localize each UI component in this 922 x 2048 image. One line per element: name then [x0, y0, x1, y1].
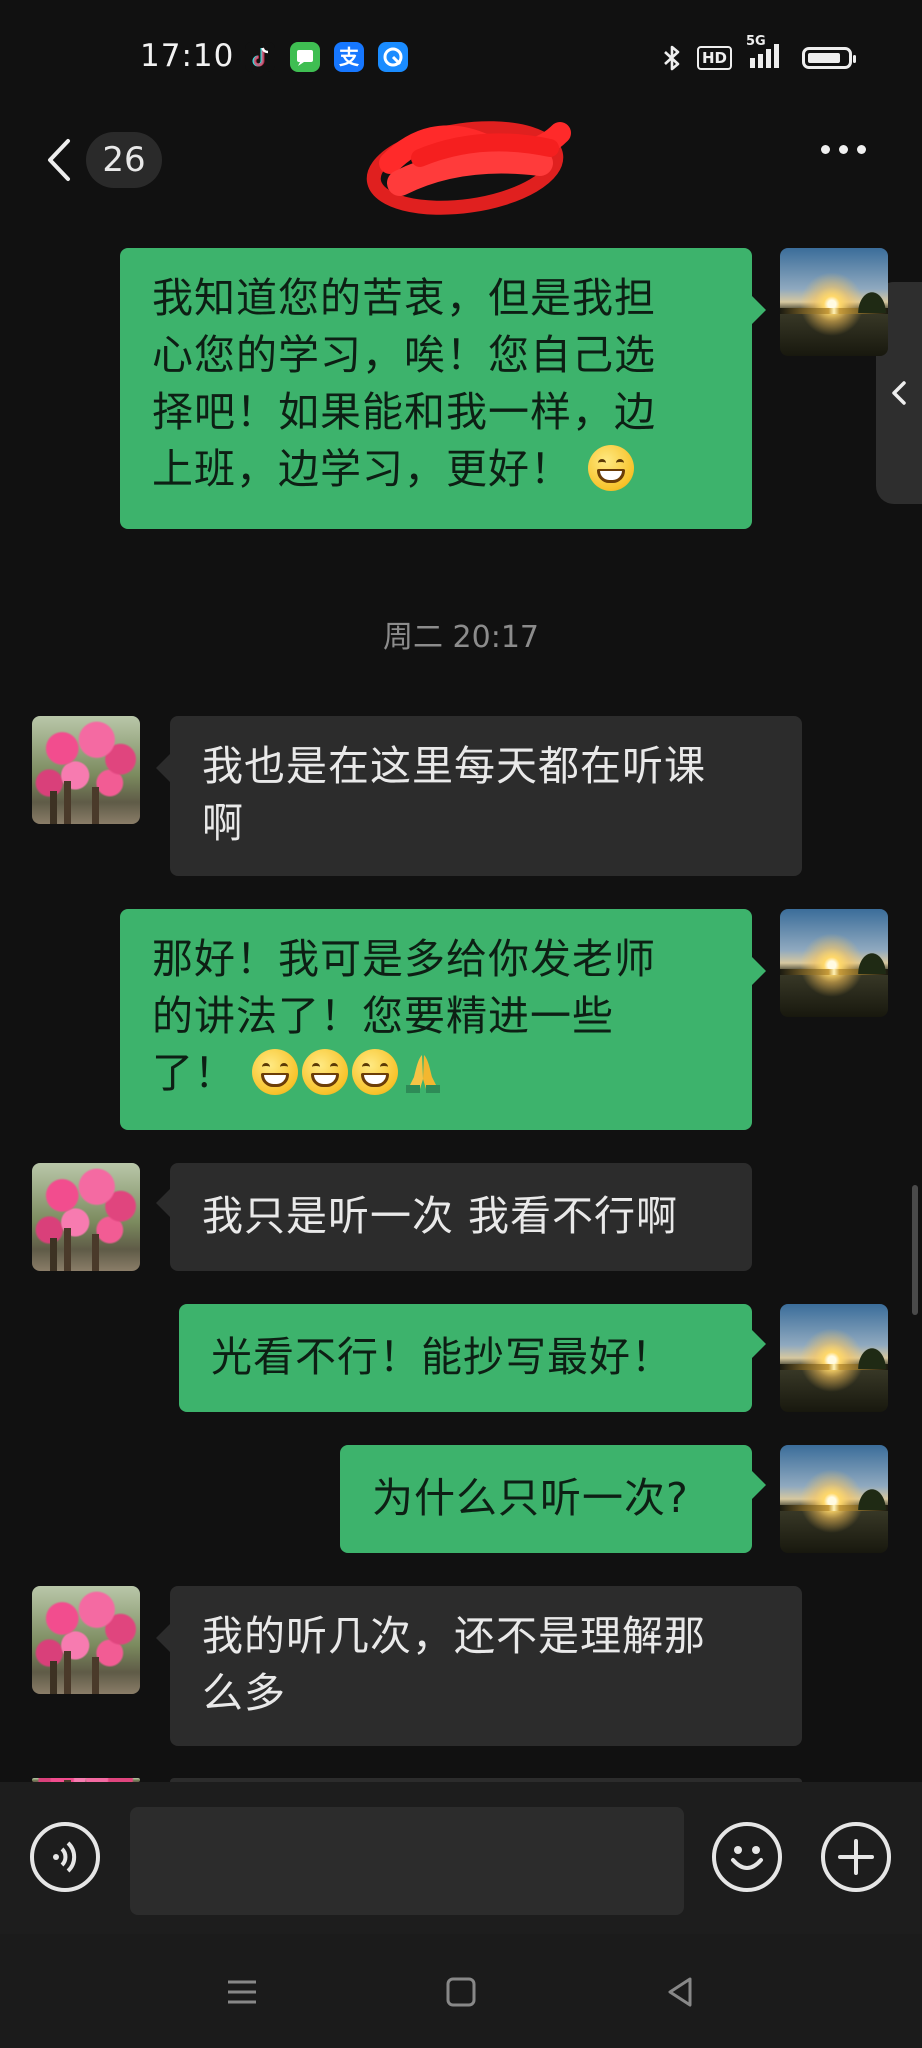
unread-count-badge[interactable]: 26	[86, 132, 162, 188]
network-type: 5G	[746, 34, 766, 49]
back-button[interactable]	[40, 135, 80, 185]
message-bubble-other[interactable]: 我的听几次，还不是理解那 么多	[156, 1586, 802, 1746]
more-options-button[interactable]	[821, 145, 866, 154]
message-line: 啊	[202, 799, 244, 847]
contact-avatar[interactable]	[32, 1586, 140, 1694]
message-line: 我知道您的苦衷，但是我担	[152, 274, 656, 322]
dot-icon	[857, 145, 866, 154]
emoji-button[interactable]	[712, 1822, 782, 1892]
message-bubble-me[interactable]: 光看不行！能抄写最好！	[179, 1304, 766, 1412]
message-line: 我也是在这里每天都在听课	[202, 742, 706, 790]
dot-icon	[839, 145, 848, 154]
message-line: 择吧！如果能和我一样，边	[152, 388, 656, 436]
message-input[interactable]	[130, 1807, 684, 1915]
smiley-icon	[731, 1846, 763, 1870]
my-avatar[interactable]	[780, 1304, 888, 1412]
message-bubble-other[interactable]: 我只是听一次 我看不行啊	[156, 1163, 752, 1271]
message-bubble-me[interactable]: 我知道您的苦衷，但是我担 心您的学习，唉！您自己选 择吧！如果能和我一样，边 上…	[120, 248, 766, 529]
scrollbar[interactable]	[912, 1185, 918, 1315]
my-avatar[interactable]	[780, 1445, 888, 1553]
message-line: 上班，边学习，更好！	[152, 441, 720, 498]
message-text: 了！	[152, 1049, 236, 1097]
message-text: 光看不行！能抄写最好！	[211, 1333, 673, 1381]
chat-input-bar	[0, 1782, 922, 1934]
chevron-left-icon	[48, 139, 70, 181]
signal-icon: 5G	[746, 34, 788, 74]
message-line: 我的听几次，还不是理解那	[202, 1612, 706, 1660]
message-timestamp: 周二 20:17	[383, 620, 539, 655]
tiktok-icon	[245, 42, 275, 72]
redacted-title-scribble	[360, 93, 580, 223]
voice-icon	[53, 1841, 77, 1873]
grin-emoji-icon	[352, 1049, 399, 1095]
message-bubble-me[interactable]: 那好！我可是多给你发老师 的讲法了！您要精进一些 了！	[120, 909, 766, 1130]
bluetooth-icon	[664, 45, 680, 71]
contact-avatar[interactable]	[32, 1163, 140, 1271]
messages-icon	[290, 42, 320, 72]
contact-avatar[interactable]	[32, 716, 140, 824]
more-actions-button[interactable]	[821, 1822, 891, 1892]
message-line: 的讲法了！您要精进一些	[152, 992, 614, 1040]
chat-header: 26	[0, 115, 922, 215]
message-bubble-me[interactable]: 为什么只听一次?	[340, 1445, 766, 1553]
message-line: 么多	[202, 1669, 286, 1717]
back-triangle-icon[interactable]	[662, 1974, 698, 2010]
message-text: 我只是听一次 我看不行啊	[202, 1192, 679, 1240]
message-line: 了！	[152, 1045, 720, 1102]
pray-emoji-icon	[400, 1049, 446, 1095]
my-avatar[interactable]	[780, 248, 888, 356]
alipay-icon: 支	[334, 42, 364, 72]
chevron-left-icon	[892, 381, 906, 405]
home-square-icon[interactable]	[443, 1974, 479, 2010]
menu-icon[interactable]	[224, 1974, 260, 2010]
message-text: 上班，边学习，更好！	[152, 445, 572, 493]
system-navigation-bar	[0, 1934, 922, 2048]
message-text: 为什么只听一次?	[372, 1474, 689, 1522]
grin-emoji-icon	[302, 1049, 349, 1095]
dot-icon	[821, 145, 830, 154]
message-line: 那好！我可是多给你发老师	[152, 935, 656, 983]
status-indicators: HD 5G	[661, 34, 856, 74]
grin-emoji-icon	[588, 445, 635, 491]
hd-badge: HD	[696, 46, 732, 70]
browser-icon	[378, 42, 408, 72]
plus-icon	[838, 1839, 874, 1875]
battery-level	[808, 53, 841, 63]
voice-input-button[interactable]	[30, 1822, 100, 1892]
grin-emoji-icon	[252, 1049, 299, 1095]
battery-icon	[802, 47, 856, 69]
message-bubble-other[interactable]: 我也是在这里每天都在听课 啊	[156, 716, 802, 876]
my-avatar[interactable]	[780, 909, 888, 1017]
status-time: 17:10	[140, 38, 235, 74]
message-line: 心您的学习，唉！您自己选	[152, 331, 656, 379]
